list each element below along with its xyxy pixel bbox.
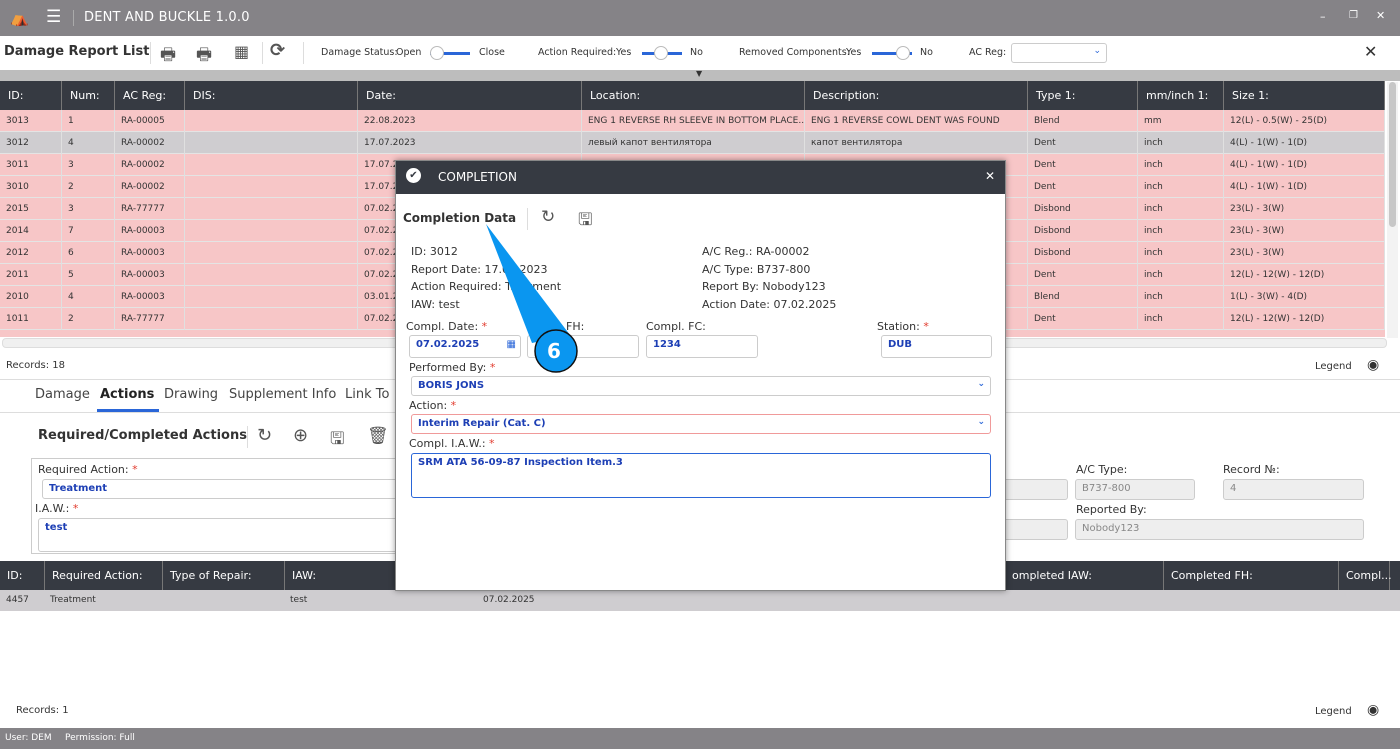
- tab-damage[interactable]: Damage: [35, 387, 90, 402]
- callout-number: 6: [547, 339, 561, 363]
- callout-pointer: [486, 224, 578, 373]
- callout-tail: [486, 224, 570, 343]
- tab-drawing[interactable]: Drawing: [164, 387, 218, 402]
- active-tab-indicator: [97, 409, 159, 412]
- tab-link-to[interactable]: Link To: [345, 387, 389, 402]
- tab-actions[interactable]: Actions: [100, 387, 154, 402]
- tab-supplement-info[interactable]: Supplement Info: [229, 387, 336, 402]
